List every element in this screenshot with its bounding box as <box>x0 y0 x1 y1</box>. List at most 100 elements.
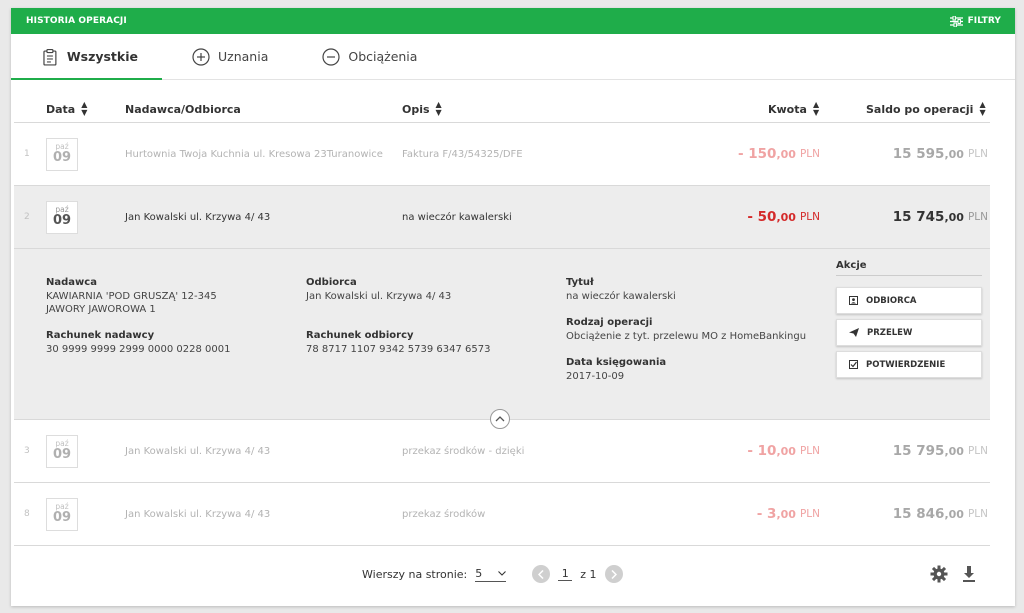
amount: - 50,00 PLN <box>747 186 820 248</box>
sort-icon[interactable]: ▲ ▼ <box>81 101 87 117</box>
operation-type-label: Rodzaj operacji <box>566 317 653 328</box>
balance-integer: 15 846 <box>892 506 945 522</box>
row-number: 8 <box>24 509 30 519</box>
balance-decimal: ,00 <box>944 444 964 458</box>
amount-decimal: ,00 <box>776 210 796 224</box>
operation-description: przekaz środków - dzięki <box>402 445 525 457</box>
pagination: Wierszy na stronie: 5 1 z 1 <box>362 559 623 589</box>
table-row[interactable]: 1 paź 09 Hurtownia Twoja Kuchnia ul. Kre… <box>14 123 990 186</box>
row-number: 2 <box>24 212 30 222</box>
table-row[interactable]: 3 paź 09 Jan Kowalski ul. Krzywa 4/ 43 p… <box>14 420 990 483</box>
clipboard-icon <box>43 48 57 66</box>
tab-bar: Wszystkie Uznania Obciążenia <box>11 34 1015 80</box>
column-amount[interactable]: Kwota ▲ ▼ <box>768 95 819 123</box>
column-date-label: Data <box>46 102 76 116</box>
plus-circle-icon <box>192 47 210 66</box>
details-title-column: Tytuł na wieczór kawalerski Rodzaj opera… <box>566 277 826 397</box>
operation-description: na wieczór kawalerski <box>402 211 512 223</box>
tab-all[interactable]: Wszystkie <box>11 34 162 80</box>
footer-actions <box>930 565 976 583</box>
balance-decimal: ,00 <box>944 147 964 161</box>
column-description-label: Opis <box>402 102 430 116</box>
party-name: Hurtownia Twoja Kuchnia ul. Kresowa 23Tu… <box>125 148 383 160</box>
amount-currency: PLN <box>799 148 820 160</box>
amount-integer: - 150 <box>737 146 777 162</box>
party-name: Jan Kowalski ul. Krzywa 4/ 43 <box>125 445 271 457</box>
confirmation-action-button[interactable]: POTWIERDZENIE <box>836 351 982 378</box>
tab-debits-label: Obciążenia <box>348 49 418 64</box>
column-date[interactable]: Data ▲ ▼ <box>46 95 87 123</box>
party-name: Jan Kowalski ul. Krzywa 4/ 43 <box>125 211 271 223</box>
page-number-input[interactable]: 1 <box>558 567 573 581</box>
confirmation-action-label: POTWIERDZENIE <box>866 359 946 370</box>
rows-per-page-select[interactable]: 5 <box>475 567 507 582</box>
operations-table: Data ▲ ▼ Nadawca/Odbiorca Opis ▲ ▼ Kwota ▲… <box>14 95 990 546</box>
date-badge: paź 09 <box>46 498 78 531</box>
page-title: HISTORIA OPERACJI <box>26 16 127 26</box>
amount: - 150,00 PLN <box>738 123 820 185</box>
recipient-value: Jan Kowalski ul. Krzywa 4/ 43 <box>306 291 452 302</box>
balance-decimal: ,00 <box>944 210 964 224</box>
balance-decimal: ,00 <box>944 507 964 521</box>
rows-per-page-label: Wierszy na stronie: <box>362 567 468 581</box>
column-balance-label: Saldo po operacji <box>866 102 974 116</box>
column-balance[interactable]: Saldo po operacji ▲ ▼ <box>866 95 986 123</box>
sender-label: Nadawca <box>46 277 97 288</box>
booking-date-value: 2017-10-09 <box>566 371 625 382</box>
balance: 15 795,00 PLN <box>893 420 988 482</box>
transfer-action-label: PRZELEW <box>867 327 913 338</box>
balance-integer: 15 795 <box>892 443 945 459</box>
next-page-button[interactable] <box>604 565 623 583</box>
balance-currency: PLN <box>967 508 988 520</box>
recipient-account-label: Rachunek odbiorcy <box>306 330 414 341</box>
collapse-details-button[interactable] <box>490 409 510 429</box>
tab-credits[interactable]: Uznania <box>162 34 292 79</box>
date-day: 09 <box>52 213 72 228</box>
date-day: 09 <box>52 447 72 462</box>
minus-circle-icon <box>322 47 340 66</box>
chevron-down-icon <box>498 570 507 576</box>
balance: 15 846,00 PLN <box>893 483 988 545</box>
sort-icon[interactable]: ▲ ▼ <box>436 101 442 117</box>
title-label: Tytuł <box>566 277 594 288</box>
recipient-account-value: 78 8717 1107 9342 5739 6347 6573 <box>306 344 491 355</box>
date-day: 09 <box>52 150 72 165</box>
sort-icon[interactable]: ▲ ▼ <box>979 101 985 117</box>
amount: - 10,00 PLN <box>747 420 820 482</box>
balance-integer: 15 745 <box>892 209 945 225</box>
amount-integer: - 3 <box>756 506 777 522</box>
checkbox-icon <box>849 360 858 369</box>
amount-integer: - 50 <box>747 209 777 225</box>
table-footer: Wierszy na stronie: 5 1 z 1 <box>14 559 990 589</box>
actions-panel: Akcje ODBIORCA PRZELEW POTWIERDZENIE <box>836 260 982 383</box>
row-number: 1 <box>24 149 30 159</box>
balance-currency: PLN <box>967 445 988 457</box>
column-amount-label: Kwota <box>768 102 807 116</box>
sort-icon[interactable]: ▲ ▼ <box>813 101 819 117</box>
transfer-action-button[interactable]: PRZELEW <box>836 319 982 346</box>
recipient-action-button[interactable]: ODBIORCA <box>836 287 982 314</box>
column-description[interactable]: Opis ▲ ▼ <box>402 95 442 123</box>
amount-integer: - 10 <box>747 443 777 459</box>
amount-currency: PLN <box>799 445 820 457</box>
amount-currency: PLN <box>799 508 820 520</box>
download-icon[interactable] <box>962 565 976 583</box>
filters-button[interactable]: FILTRY <box>949 15 1001 27</box>
sender-value: KAWIARNIA 'POD GRUSZĄ' 12-345 JAWORY JAW… <box>46 291 217 315</box>
table-row[interactable]: 8 paź 09 Jan Kowalski ul. Krzywa 4/ 43 p… <box>14 483 990 546</box>
chevron-right-icon <box>611 569 617 579</box>
party-name: Jan Kowalski ul. Krzywa 4/ 43 <box>125 508 271 520</box>
chevron-left-icon <box>538 569 544 579</box>
tab-debits[interactable]: Obciążenia <box>292 34 441 79</box>
filters-label: FILTRY <box>967 16 1001 26</box>
table-row-expanded[interactable]: 2 paź 09 Jan Kowalski ul. Krzywa 4/ 43 n… <box>14 186 990 249</box>
title-value: na wieczór kawalerski <box>566 291 676 302</box>
gear-icon[interactable] <box>930 565 948 583</box>
operation-details-panel: Nadawca KAWIARNIA 'POD GRUSZĄ' 12-345 JA… <box>14 249 990 429</box>
balance-currency: PLN <box>967 148 988 160</box>
tab-credits-label: Uznania <box>218 49 269 64</box>
sender-account-value: 30 9999 9999 2999 0000 0228 0001 <box>46 344 231 355</box>
previous-page-button[interactable] <box>532 565 551 583</box>
operation-type-value: Obciążenie z tyt. przelewu MO z HomeBank… <box>566 331 807 342</box>
balance: 15 595,00 PLN <box>893 123 988 185</box>
